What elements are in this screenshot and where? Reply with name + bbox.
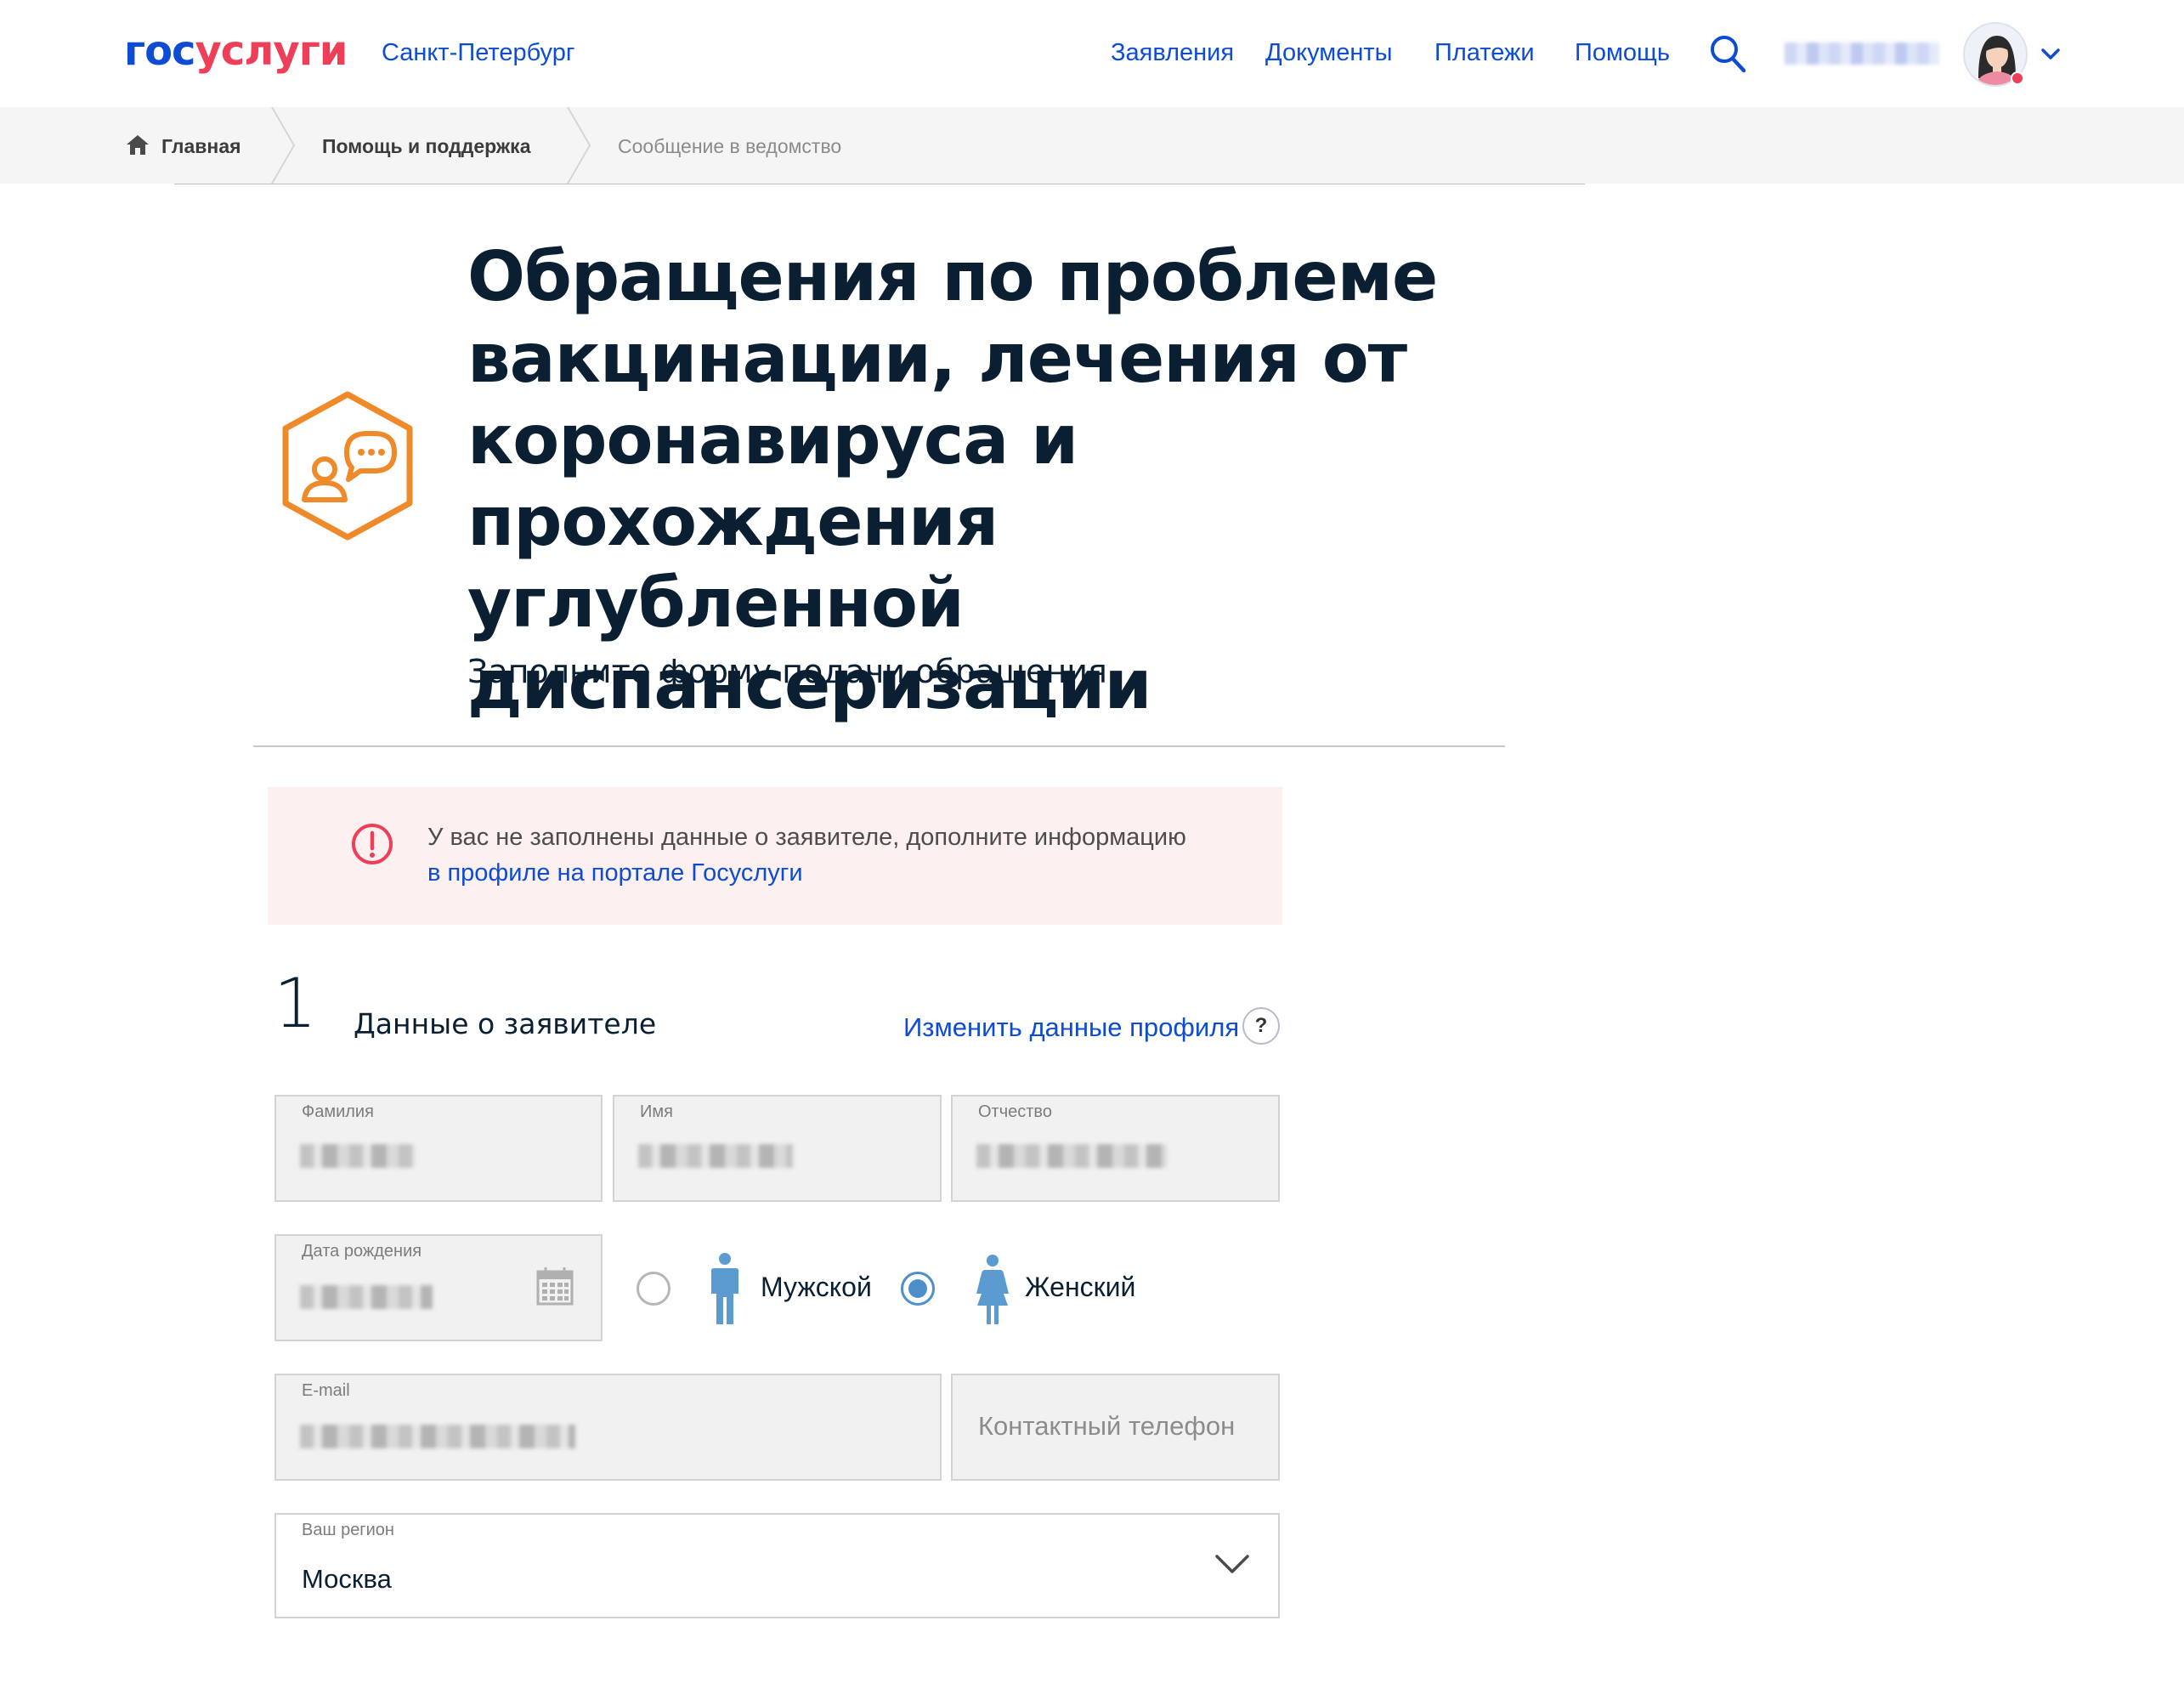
- middle-name-label: Отчество: [978, 1102, 1052, 1121]
- site-header: госуслуги Санкт-Петербург Заявления Доку…: [0, 0, 2184, 107]
- search-icon[interactable]: [1709, 34, 1746, 73]
- step-number: 1: [274, 964, 317, 1043]
- breadcrumb-home[interactable]: Главная: [126, 134, 241, 158]
- email-field[interactable]: E-mail: [274, 1374, 942, 1481]
- breadcrumb-separator: [567, 107, 591, 184]
- phone-field[interactable]: Контактный телефон: [951, 1374, 1280, 1481]
- calendar-icon[interactable]: [536, 1266, 574, 1306]
- help-button[interactable]: ?: [1242, 1007, 1280, 1045]
- alert-message: У вас не заполнены данные о заявителе, д…: [427, 819, 1192, 891]
- chevron-down-icon[interactable]: [2038, 42, 2063, 66]
- nav-help[interactable]: Помощь: [1575, 38, 1670, 67]
- nav-payments[interactable]: Платежи: [1434, 38, 1535, 67]
- alert-text: У вас не заполнены данные о заявителе, д…: [427, 824, 1186, 851]
- last-name-value: [300, 1144, 416, 1168]
- gosuslugi-logo[interactable]: госуслуги: [124, 26, 348, 76]
- middle-name-value: [976, 1144, 1167, 1168]
- birth-date-label: Дата рождения: [302, 1242, 422, 1261]
- last-name-field[interactable]: Фамилия: [274, 1095, 603, 1202]
- gender-male-radio[interactable]: [637, 1272, 670, 1306]
- gender-male-label[interactable]: Мужской: [761, 1270, 872, 1304]
- first-name-label: Имя: [640, 1102, 673, 1121]
- breadcrumb: Главная Помощь и поддержка Сообщение в в…: [0, 107, 2184, 184]
- city-selector[interactable]: Санкт-Петербург: [382, 38, 574, 67]
- region-label: Ваш регион: [302, 1521, 394, 1539]
- profile-link[interactable]: в профиле на портале Госуслуги: [427, 859, 803, 887]
- exclamation-circle-icon: [352, 824, 393, 864]
- notification-dot: [2011, 71, 2024, 85]
- breadcrumb-help-support[interactable]: Помощь и поддержка: [322, 134, 531, 158]
- page-subtitle: Заполните форму подачи обращения: [467, 653, 1107, 690]
- region-value: Москва: [302, 1564, 392, 1594]
- breadcrumb-home-label: Главная: [161, 135, 241, 157]
- edit-profile-link[interactable]: Изменить данные профиля: [903, 1012, 1239, 1044]
- last-name-label: Фамилия: [302, 1102, 374, 1121]
- breadcrumb-current: Сообщение в ведомство: [618, 135, 842, 157]
- nav-applications[interactable]: Заявления: [1111, 38, 1234, 67]
- chevron-down-icon[interactable]: [1214, 1554, 1250, 1576]
- divider: [253, 745, 1505, 747]
- gender-female-radio[interactable]: [901, 1272, 935, 1306]
- middle-name-field[interactable]: Отчество: [951, 1095, 1280, 1202]
- male-icon: [711, 1253, 738, 1324]
- birth-date-value: [300, 1285, 433, 1309]
- first-name-field[interactable]: Имя: [613, 1095, 942, 1202]
- chat-user-icon: [282, 391, 413, 541]
- phone-placeholder: Контактный телефон: [978, 1411, 1236, 1441]
- birth-date-field[interactable]: Дата рождения: [274, 1234, 603, 1341]
- email-value: [300, 1425, 575, 1448]
- step-title: Данные о заявителе: [354, 1007, 657, 1040]
- female-icon: [976, 1255, 1009, 1324]
- gender-female-label[interactable]: Женский: [1025, 1270, 1135, 1304]
- missing-data-alert: У вас не заполнены данные о заявителе, д…: [268, 787, 1282, 925]
- email-label: E-mail: [302, 1381, 350, 1400]
- breadcrumb-separator: [271, 107, 296, 184]
- first-name-value: [638, 1144, 793, 1168]
- home-icon: [127, 135, 149, 155]
- user-name[interactable]: [1785, 42, 1939, 65]
- region-select[interactable]: Ваш регион Москва: [274, 1513, 1280, 1618]
- nav-documents[interactable]: Документы: [1265, 38, 1393, 67]
